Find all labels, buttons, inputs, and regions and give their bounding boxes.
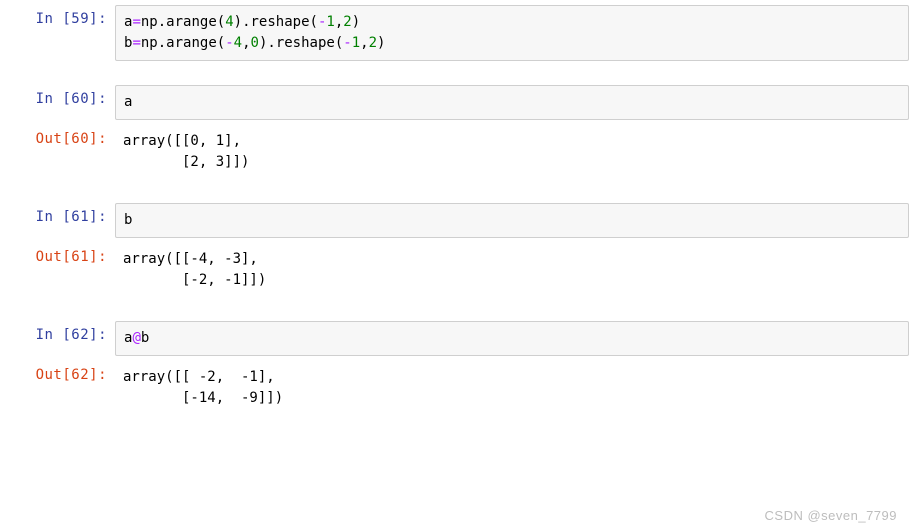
identifier: b [124,212,132,228]
code-line: a@b [124,328,900,349]
punct: ) [377,35,385,51]
punct: , [360,35,368,51]
punct: . [242,14,250,30]
cell-62-input: In [62]: a@b [0,321,909,356]
punct: , [335,14,343,30]
out-prompt-62: Out[62]: [0,361,115,389]
identifier: np [141,35,158,51]
operator: = [132,14,140,30]
identifier: arange [166,35,217,51]
number: 1 [326,14,334,30]
out-prompt-61: Out[61]: [0,243,115,271]
punct: ( [335,35,343,51]
punct: ) [352,14,360,30]
punct: . [267,35,275,51]
identifier: a [124,94,132,110]
punct: , [242,35,250,51]
punct: . [158,35,166,51]
in-prompt-59: In [59]: [0,5,115,33]
number: 2 [343,14,351,30]
punct: ( [217,14,225,30]
identifier: arange [166,14,217,30]
watermark: CSDN @seven_7799 [765,508,897,523]
operator: - [225,35,233,51]
punct: ( [217,35,225,51]
code-input-61[interactable]: b [115,203,909,238]
punct: ( [310,14,318,30]
identifier: b [141,330,149,346]
number: 4 [234,35,242,51]
code-input-59[interactable]: a=np.arange(4).reshape(-1,2) b=np.arange… [115,5,909,61]
number: 2 [369,35,377,51]
number: 0 [251,35,259,51]
code-line: b=np.arange(-4,0).reshape(-1,2) [124,33,900,54]
cell-62-output: Out[62]: array([[ -2, -1], [-14, -9]]) [0,361,909,415]
cell-60-output: Out[60]: array([[0, 1], [2, 3]]) [0,125,909,179]
in-prompt-62: In [62]: [0,321,115,349]
output-text-62: array([[ -2, -1], [-14, -9]]) [115,361,909,415]
number: 1 [352,35,360,51]
operator: @ [132,330,140,346]
output-text-60: array([[0, 1], [2, 3]]) [115,125,909,179]
in-prompt-61: In [61]: [0,203,115,231]
punct: . [158,14,166,30]
output-text-61: array([[-4, -3], [-2, -1]]) [115,243,909,297]
cell-61-output: Out[61]: array([[-4, -3], [-2, -1]]) [0,243,909,297]
in-prompt-60: In [60]: [0,85,115,113]
punct: ) [234,14,242,30]
cell-60-input: In [60]: a [0,85,909,120]
operator: = [132,35,140,51]
code-input-60[interactable]: a [115,85,909,120]
identifier: np [141,14,158,30]
cell-59-input: In [59]: a=np.arange(4).reshape(-1,2) b=… [0,5,909,61]
out-prompt-60: Out[60]: [0,125,115,153]
code-input-62[interactable]: a@b [115,321,909,356]
operator: - [343,35,351,51]
code-line: a [124,92,900,113]
number: 4 [225,14,233,30]
code-line: a=np.arange(4).reshape(-1,2) [124,12,900,33]
identifier: reshape [251,14,310,30]
code-line: b [124,210,900,231]
identifier: reshape [276,35,335,51]
cell-61-input: In [61]: b [0,203,909,238]
